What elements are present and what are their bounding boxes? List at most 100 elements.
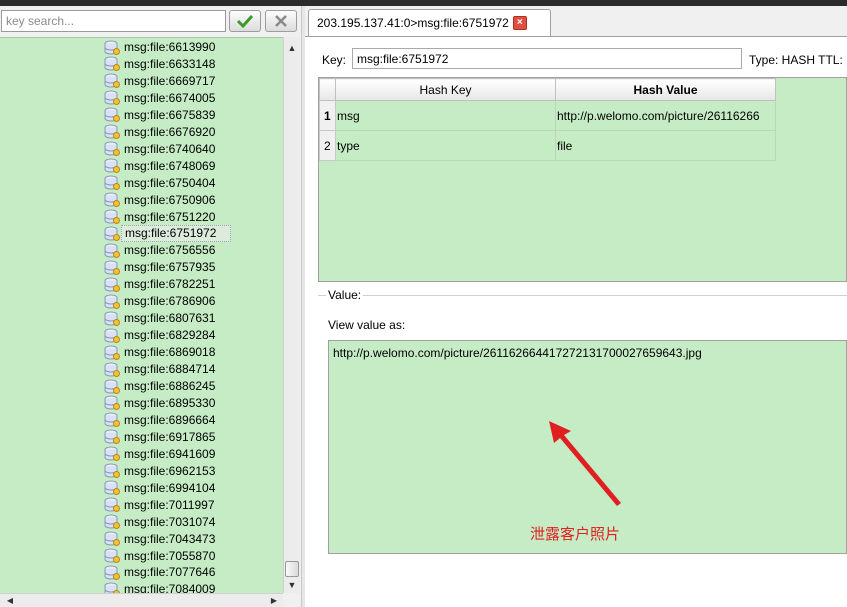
list-item[interactable]: msg:file:6829284 xyxy=(103,327,229,344)
key-name-label: msg:file:6756556 xyxy=(124,243,216,258)
scroll-thumb[interactable] xyxy=(285,561,299,577)
database-key-icon xyxy=(104,531,120,547)
key-name-label: msg:file:6675839 xyxy=(124,107,216,122)
list-item[interactable]: msg:file:6757935 xyxy=(103,259,229,276)
key-name-label: msg:file:6895330 xyxy=(124,395,216,410)
key-name-label: msg:file:6757935 xyxy=(124,260,216,275)
list-item[interactable]: msg:file:6917865 xyxy=(103,429,229,446)
list-item[interactable]: msg:file:6896664 xyxy=(103,412,229,429)
key-name-label: msg:file:6896664 xyxy=(124,412,216,427)
list-item[interactable]: msg:file:6750906 xyxy=(103,192,229,209)
database-key-icon xyxy=(104,158,120,174)
database-key-icon xyxy=(104,395,120,411)
list-item[interactable]: msg:file:6674005 xyxy=(103,90,229,107)
key-tree[interactable]: msg:file:6613990 msg:file:6633148 msg:file… xyxy=(0,37,283,593)
table-row[interactable]: 1 msg http://p.welomo.com/picture/261162… xyxy=(319,100,776,131)
hash-key-cell[interactable]: type xyxy=(335,130,556,161)
database-key-icon xyxy=(104,294,120,309)
key-name-label: msg:file:6740640 xyxy=(124,141,216,156)
list-item[interactable]: msg:file:7031074 xyxy=(103,514,229,531)
list-item[interactable]: msg:file:6675839 xyxy=(103,107,229,124)
database-key-icon xyxy=(104,463,120,479)
value-text-area[interactable]: http://p.welomo.com/picture/261162664417… xyxy=(328,340,847,554)
database-key-icon xyxy=(104,497,120,513)
search-clear-button[interactable] xyxy=(265,10,297,32)
database-key-icon xyxy=(104,175,120,191)
table-row[interactable]: 2 type file xyxy=(319,130,776,161)
key-name-label: msg:file:7011997 xyxy=(124,497,215,512)
key-name-field[interactable] xyxy=(352,48,742,69)
database-key-icon xyxy=(104,243,120,258)
key-name-label: msg:file:6884714 xyxy=(124,362,216,377)
hash-value-cell[interactable]: file xyxy=(555,130,776,161)
key-name-label: msg:file:6750404 xyxy=(124,175,216,190)
list-item[interactable]: msg:file:6886245 xyxy=(103,378,229,395)
list-item[interactable]: msg:file:6740640 xyxy=(103,141,229,158)
scroll-down-arrow-icon[interactable]: ▼ xyxy=(284,577,300,593)
tree-vertical-scrollbar[interactable]: ▲ ▼ xyxy=(283,37,300,593)
scroll-up-arrow-icon[interactable]: ▲ xyxy=(284,40,300,56)
list-item[interactable]: msg:file:6756556 xyxy=(103,242,229,259)
key-name-label: msg:file:6941609 xyxy=(124,446,216,461)
list-item[interactable]: msg:file:6962153 xyxy=(103,463,229,480)
database-key-icon xyxy=(104,379,120,394)
database-key-icon xyxy=(104,328,120,343)
tree-horizontal-scrollbar[interactable]: ◀ ▶ xyxy=(0,593,283,607)
list-item[interactable]: msg:file:6748069 xyxy=(103,158,229,175)
list-item[interactable]: msg:file:7084009 xyxy=(103,581,229,593)
key-browser-panel: msg:file:6613990 msg:file:6633148 msg:file… xyxy=(0,6,301,607)
row-number: 2 xyxy=(319,130,336,161)
database-key-icon xyxy=(104,73,120,89)
list-item[interactable]: msg:file:6994104 xyxy=(103,480,229,497)
key-name-label: msg:file:6786906 xyxy=(124,294,216,309)
list-item[interactable]: msg:file:7043473 xyxy=(103,531,229,548)
key-name-label: msg:file:6782251 xyxy=(124,277,216,292)
database-key-icon xyxy=(104,311,120,326)
key-name-label: msg:file:6674005 xyxy=(124,90,216,105)
list-item[interactable]: msg:file:6786906 xyxy=(103,293,229,310)
value-groupbox-title: Value: xyxy=(326,288,364,302)
list-item[interactable]: msg:file:7077646 xyxy=(103,564,229,581)
list-item[interactable]: msg:file:6884714 xyxy=(103,361,229,378)
database-key-icon xyxy=(104,124,120,140)
database-key-icon xyxy=(104,446,120,462)
scroll-right-arrow-icon[interactable]: ▶ xyxy=(266,592,282,607)
key-name-label: msg:file:7077646 xyxy=(124,565,216,580)
key-search-input[interactable] xyxy=(1,10,226,32)
hash-table: Hash Key Hash Value 1 msg http://p.welom… xyxy=(319,78,776,161)
list-item[interactable]: msg:file:6751220 xyxy=(103,209,229,226)
hash-value-column-header[interactable]: Hash Value xyxy=(555,78,776,101)
list-item[interactable]: msg:file:7011997 xyxy=(103,497,229,514)
list-item[interactable]: msg:file:6676920 xyxy=(103,124,229,141)
hash-key-column-header[interactable]: Hash Key xyxy=(335,78,556,101)
tab-close-icon[interactable]: × xyxy=(512,16,527,30)
scroll-left-arrow-icon[interactable]: ◀ xyxy=(2,592,18,607)
database-key-icon xyxy=(104,514,120,530)
hash-key-cell[interactable]: msg xyxy=(335,100,556,131)
list-item[interactable]: msg:file:6633148 xyxy=(103,56,229,73)
list-item[interactable]: msg:file:6669717 xyxy=(103,73,229,90)
list-item[interactable]: msg:file:6750404 xyxy=(103,175,229,192)
database-key-icon xyxy=(104,90,120,106)
database-key-icon xyxy=(104,40,120,55)
key-name-label: msg:file:7055870 xyxy=(124,548,216,563)
list-item[interactable]: msg:file:6751972 xyxy=(103,225,232,243)
list-item[interactable]: msg:file:6782251 xyxy=(103,276,229,293)
hash-value-cell[interactable]: http://p.welomo.com/picture/26116266 xyxy=(555,100,776,131)
list-item[interactable]: msg:file:6869018 xyxy=(103,344,229,361)
list-item[interactable]: msg:file:6807631 xyxy=(103,310,229,327)
key-name-label: msg:file:6886245 xyxy=(124,379,216,393)
key-name-label: msg:file:7043473 xyxy=(124,531,216,546)
tab-key-detail[interactable]: 203.195.137.41:0>msg:file:6751972 × xyxy=(308,9,551,36)
key-name-label: msg:file:6751972 xyxy=(121,225,232,243)
database-key-icon xyxy=(104,480,120,496)
list-item[interactable]: msg:file:7055870 xyxy=(103,548,229,565)
close-icon xyxy=(275,15,287,27)
search-confirm-button[interactable] xyxy=(229,10,261,32)
list-item[interactable]: msg:file:6941609 xyxy=(103,446,229,463)
tab-title: 203.195.137.41:0>msg:file:6751972 xyxy=(317,16,509,30)
list-item[interactable]: msg:file:6613990 xyxy=(103,39,229,56)
key-name-label: msg:file:7031074 xyxy=(124,514,216,529)
list-item[interactable]: msg:file:6895330 xyxy=(103,395,229,412)
key-type-ttl-info: Type: HASH TTL: xyxy=(749,53,843,67)
